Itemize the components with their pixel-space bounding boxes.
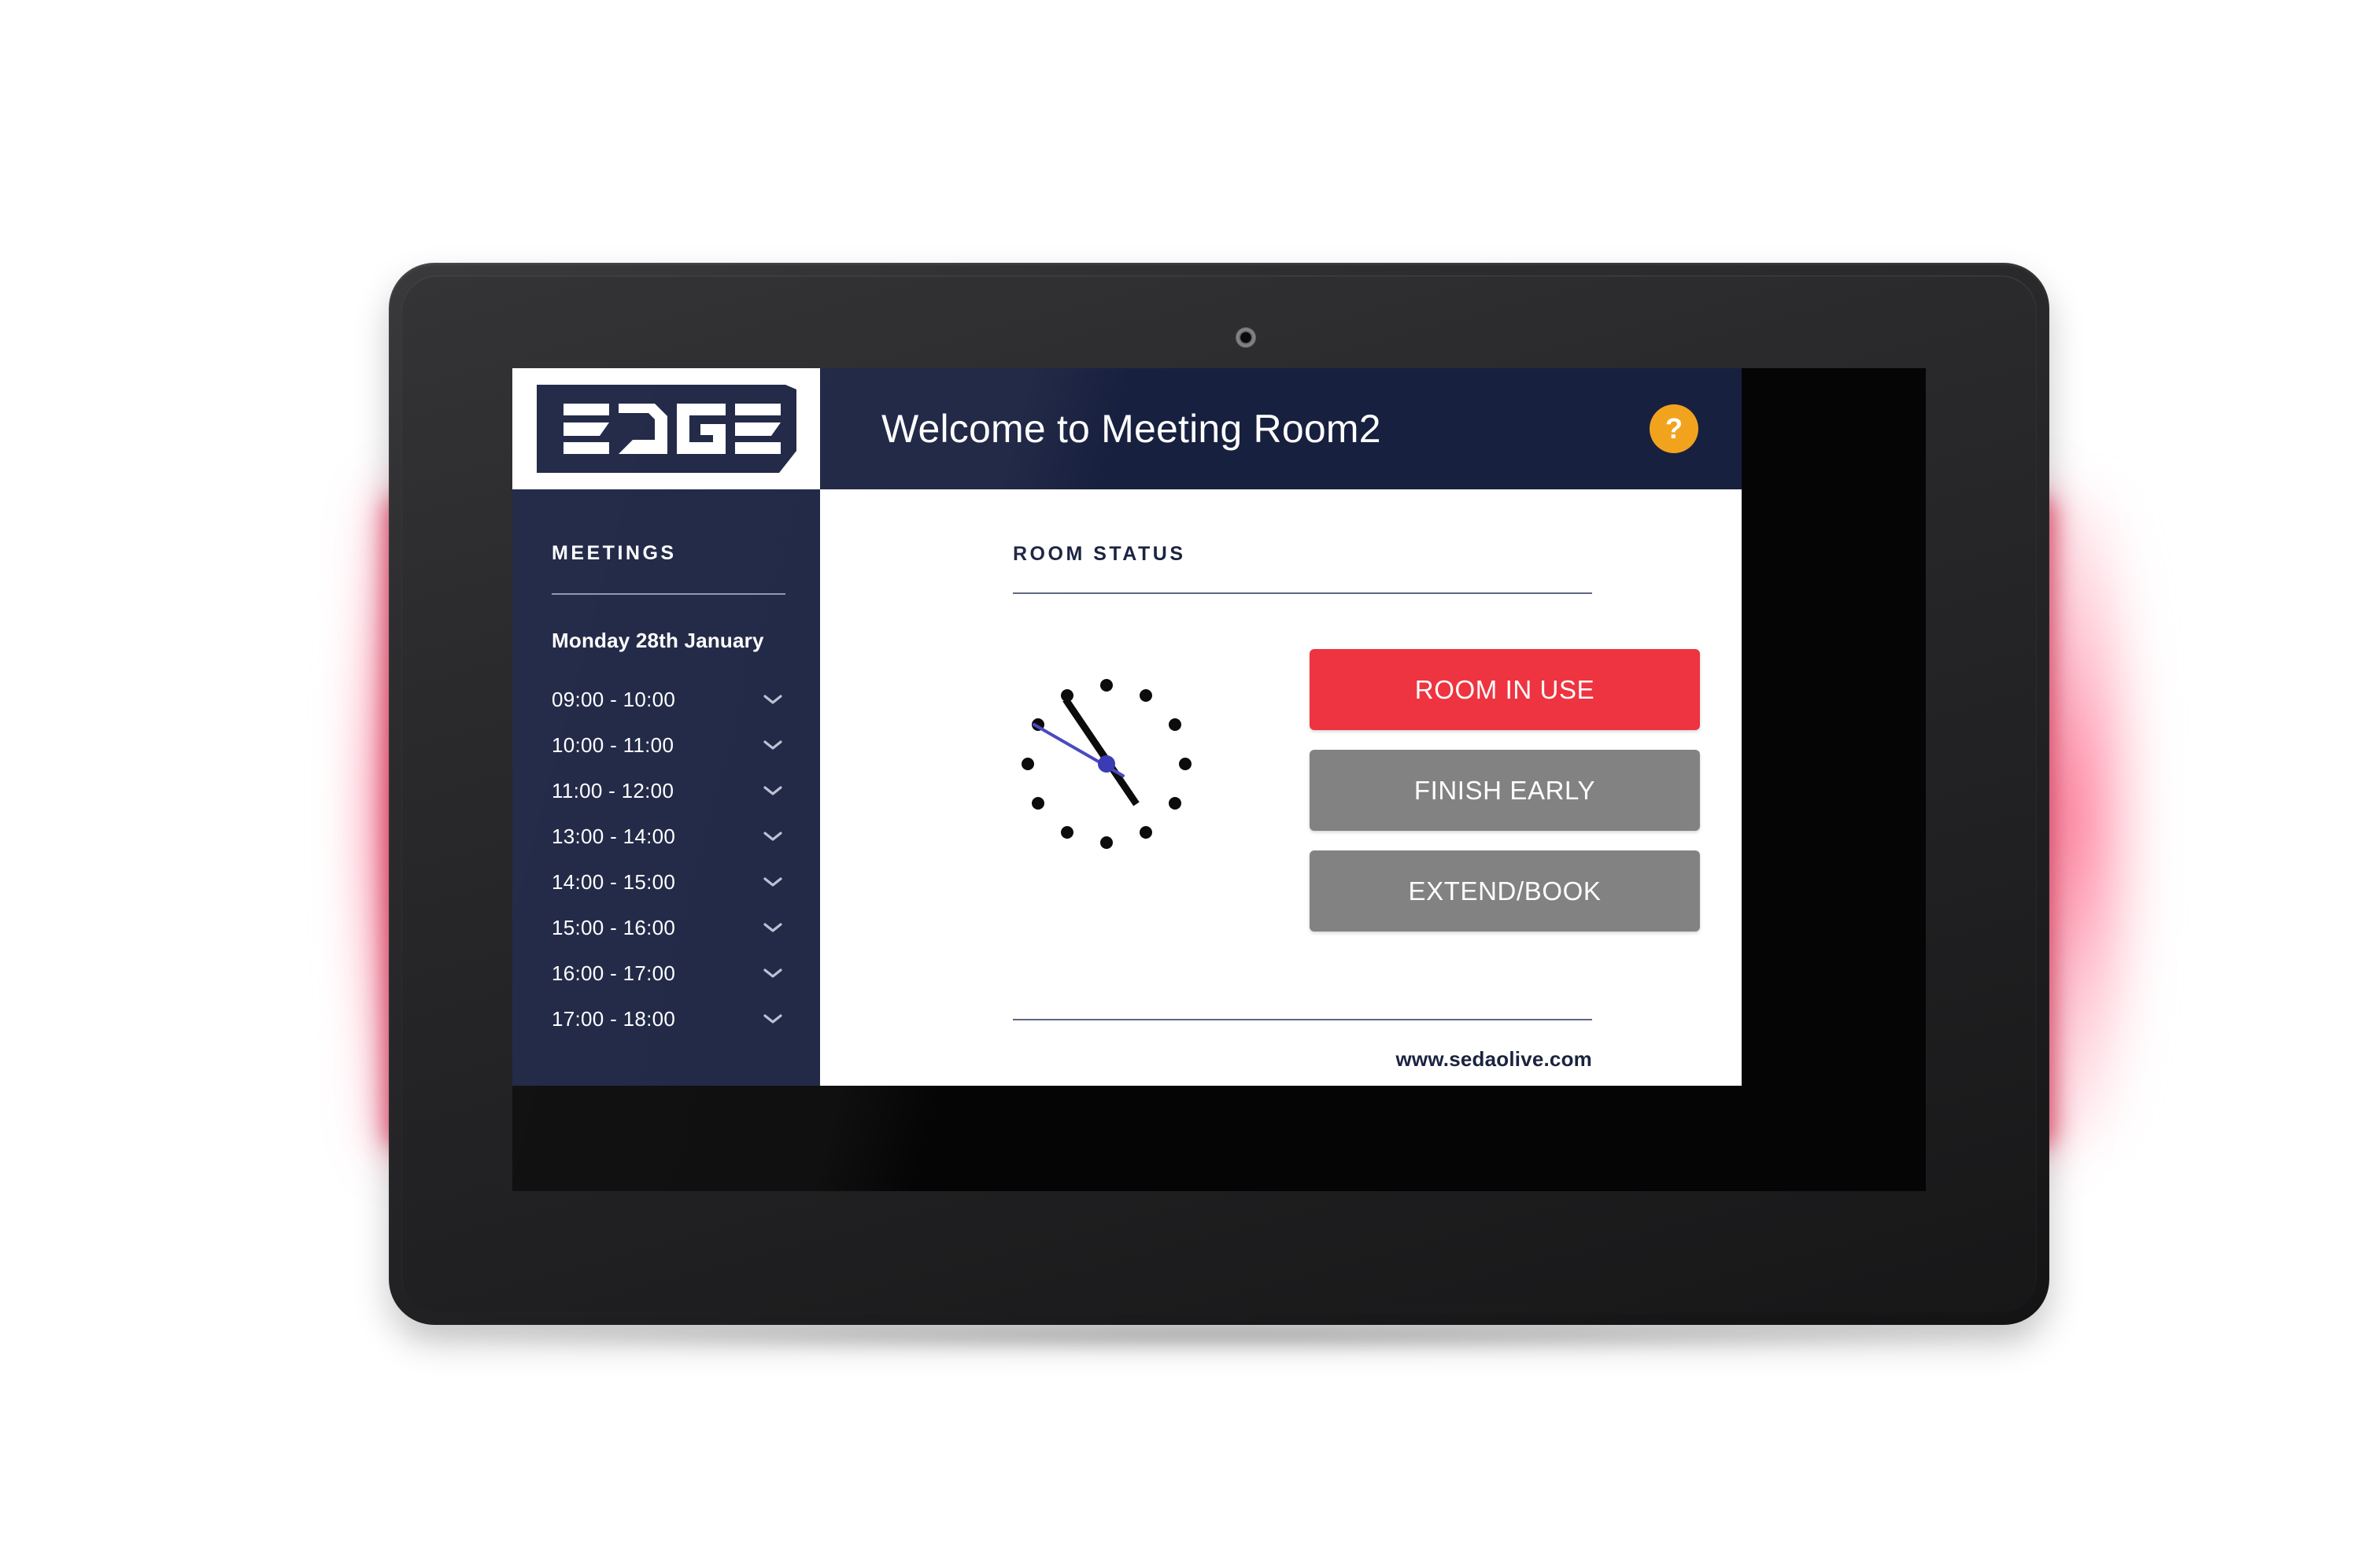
status-button-room-in-use[interactable]: ROOM IN USE (1310, 649, 1700, 730)
device-bezel-inner: Welcome to Meeting Room2 ? MEETINGS Mond… (401, 275, 2037, 1312)
meeting-slot-list: 09:00 - 10:00 10:00 - 11:00 11:00 - 12:00 1… (512, 677, 820, 1042)
meeting-slot-row[interactable]: 15:00 - 16:00 (512, 905, 820, 950)
meeting-slot-time: 13:00 - 14:00 (552, 824, 676, 848)
meeting-slot-time: 17:00 - 18:00 (552, 1006, 676, 1031)
device-bezel: Welcome to Meeting Room2 ? MEETINGS Mond… (389, 263, 2049, 1325)
camera-lens-icon (1236, 327, 1256, 348)
meeting-slot-time: 09:00 - 10:00 (552, 687, 676, 711)
meetings-heading: MEETINGS (552, 542, 677, 564)
meeting-slot-time: 11:00 - 12:00 (552, 778, 674, 802)
meeting-slot-row[interactable]: 13:00 - 14:00 (512, 814, 820, 859)
app-top-bar: Welcome to Meeting Room2 ? (512, 368, 1742, 489)
sidebar-divider (552, 593, 785, 595)
app-body: MEETINGS Monday 28th January 09:00 - 10:… (512, 489, 1742, 1086)
room-status-panel: ROOM STATUS ROOM IN USE FINISH EARLY EXT… (820, 489, 1742, 1086)
meeting-slot-time: 15:00 - 16:00 (552, 915, 676, 939)
meeting-slot-row[interactable]: 11:00 - 12:00 (512, 768, 820, 814)
meeting-slot-row[interactable]: 17:00 - 18:00 (512, 996, 820, 1042)
logo-panel (512, 368, 820, 489)
meeting-slot-row[interactable]: 14:00 - 15:00 (512, 859, 820, 905)
chevron-down-icon[interactable] (763, 967, 783, 980)
status-button-group: ROOM IN USE FINISH EARLY EXTEND/BOOK (1310, 649, 1700, 932)
chevron-down-icon[interactable] (763, 830, 783, 843)
chevron-down-icon[interactable] (763, 921, 783, 934)
meeting-slot-time: 16:00 - 17:00 (552, 961, 676, 985)
room-booking-app: Welcome to Meeting Room2 ? MEETINGS Mond… (512, 368, 1742, 1086)
help-button[interactable]: ? (1650, 404, 1698, 453)
chevron-down-icon[interactable] (763, 693, 783, 706)
chevron-down-icon[interactable] (763, 784, 783, 797)
led-glow-right (2046, 488, 2149, 1149)
page-title: Welcome to Meeting Room2 (881, 407, 1381, 451)
meeting-slot-time: 10:00 - 11:00 (552, 732, 674, 757)
main-divider-top (1013, 592, 1592, 594)
status-area: ROOM IN USE FINISH EARLY EXTEND/BOOK (820, 649, 1742, 932)
status-button-extend-book[interactable]: EXTEND/BOOK (1310, 850, 1700, 932)
meeting-slot-row[interactable]: 10:00 - 11:00 (512, 722, 820, 768)
device-shadow (409, 1330, 2030, 1350)
device-screen: Welcome to Meeting Room2 ? MEETINGS Mond… (512, 368, 1926, 1191)
meeting-slot-row[interactable]: 16:00 - 17:00 (512, 950, 820, 996)
footer-url: www.sedaolive.com (1395, 1047, 1592, 1071)
chevron-down-icon[interactable] (763, 739, 783, 751)
meetings-date: Monday 28th January (552, 629, 764, 652)
meeting-slot-row[interactable]: 09:00 - 10:00 (512, 677, 820, 722)
room-status-heading: ROOM STATUS (1013, 543, 1186, 565)
edge-logo (536, 385, 796, 473)
chevron-down-icon[interactable] (763, 876, 783, 888)
meetings-sidebar: MEETINGS Monday 28th January 09:00 - 10:… (512, 489, 820, 1086)
meeting-slot-time: 14:00 - 15:00 (552, 869, 676, 894)
status-button-finish-early[interactable]: FINISH EARLY (1310, 750, 1700, 831)
chevron-down-icon[interactable] (763, 1013, 783, 1025)
app-header: Welcome to Meeting Room2 ? (820, 368, 1742, 489)
main-divider-bottom (1013, 1019, 1592, 1020)
analog-clock-icon (1009, 666, 1204, 861)
tablet-device: Welcome to Meeting Room2 ? MEETINGS Mond… (0, 0, 2361, 1568)
